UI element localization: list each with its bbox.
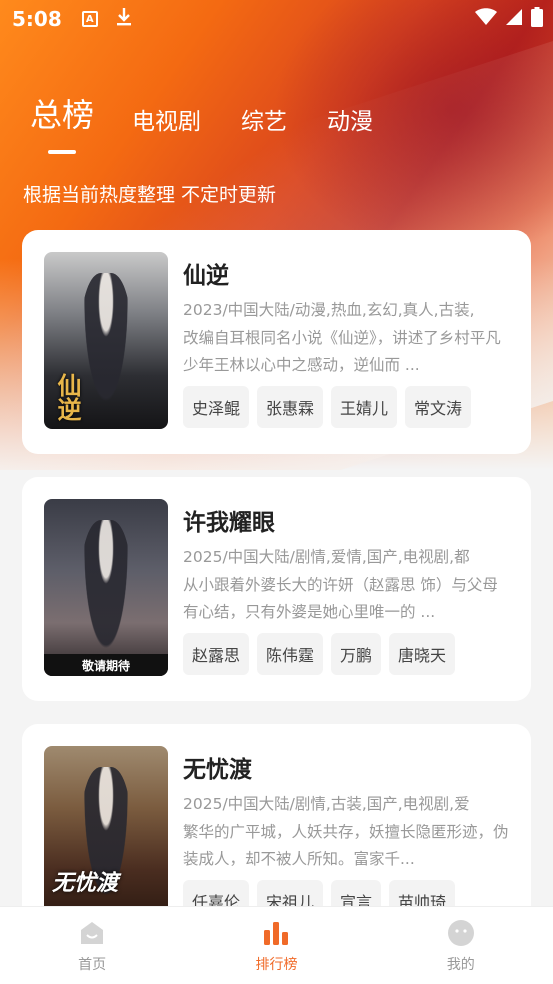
cast-tag[interactable]: 张惠霖: [257, 386, 324, 428]
status-right-icons: [475, 7, 543, 31]
ranking-card[interactable]: 仙逆 仙逆 2023/中国大陆/动漫,热血,玄幻,真人,古装, 改编自耳根同名小…: [22, 230, 531, 454]
poster-image: 敬请期待: [44, 499, 168, 676]
cast-tag[interactable]: 万鹏: [331, 633, 382, 675]
home-icon: [81, 921, 104, 944]
cast-tag[interactable]: 赵露思: [183, 633, 250, 675]
poster-title-art: 仙逆: [53, 373, 82, 421]
profile-icon: [447, 919, 474, 946]
card-info: 许我耀眼 2025/中国大陆/剧情,爱情,国产,电视剧,都 从小跟着外婆长大的许…: [183, 499, 509, 701]
poster-figure: [81, 273, 131, 415]
poster-image: 仙逆: [44, 252, 168, 429]
download-icon: [116, 7, 132, 31]
ranking-subtitle: 根据当前热度整理 不定时更新: [23, 184, 277, 206]
signal-icon: [505, 8, 523, 30]
nav-home[interactable]: 首页: [32, 918, 152, 974]
nav-label: 首页: [78, 956, 107, 973]
category-tabs: 总榜 电视剧 综艺 动漫: [30, 90, 413, 154]
cast-tag[interactable]: 唐晓天: [389, 633, 456, 675]
status-time: 5:08: [12, 7, 62, 31]
tab-label: 综艺: [241, 109, 288, 135]
show-description: 改编自耳根同名小说《仙逆》，讲述了乡村平凡少年王林以心中之感动，逆仙而 ...: [183, 329, 501, 374]
nav-label: 我的: [446, 956, 475, 973]
show-meta: 2023/中国大陆/动漫,热血,玄幻,真人,古装,: [183, 301, 475, 319]
poster-title-art: 无忧渡: [52, 870, 119, 896]
tab-anime[interactable]: 动漫: [327, 102, 373, 136]
nav-profile[interactable]: 我的: [401, 918, 521, 974]
nav-ranking[interactable]: 排行榜: [216, 918, 336, 974]
a-notification-icon: A: [81, 11, 98, 27]
tab-overall[interactable]: 总榜: [30, 90, 95, 154]
show-description: 繁华的广平城，人妖共存，妖擅长隐匿形迹，伪装成人，却不被人所知。富家千...: [183, 823, 509, 868]
status-bar: 5:08 A: [0, 0, 553, 38]
battery-icon: [531, 7, 543, 31]
show-meta: 2025/中国大陆/剧情,爱情,国产,电视剧,都: [183, 548, 470, 566]
bottom-navigation: 首页 排行榜 我的: [0, 906, 553, 984]
poster-image: 无忧渡: [44, 746, 168, 923]
show-meta: 2025/中国大陆/剧情,古装,国产,电视剧,爱: [183, 795, 470, 813]
cast-tag[interactable]: 常文涛: [405, 386, 472, 428]
cast-tags: 史泽鲲 张惠霖 王婧儿 常文涛: [183, 386, 509, 428]
tab-label: 动漫: [327, 109, 374, 135]
show-title: 许我耀眼: [183, 510, 275, 536]
tab-label: 总榜: [30, 96, 95, 134]
nav-label: 排行榜: [255, 956, 298, 973]
cast-tag[interactable]: 陈伟霆: [257, 633, 324, 675]
show-title: 无忧渡: [183, 757, 252, 783]
card-info: 仙逆 2023/中国大陆/动漫,热血,玄幻,真人,古装, 改编自耳根同名小说《仙…: [183, 252, 509, 454]
poster-figure: [81, 520, 131, 662]
tab-variety[interactable]: 综艺: [241, 102, 287, 136]
ranking-card[interactable]: 敬请期待 许我耀眼 2025/中国大陆/剧情,爱情,国产,电视剧,都 从小跟着外…: [22, 477, 531, 701]
cast-tag[interactable]: 史泽鲲: [183, 386, 250, 428]
tab-tv-series[interactable]: 电视剧: [132, 102, 201, 136]
active-tab-indicator: [48, 150, 76, 154]
cast-tag[interactable]: 王婧儿: [331, 386, 398, 428]
show-description: 从小跟着外婆长大的许妍（赵露思 饰）与父母有心结，只有外婆是她心里唯一的 ...: [183, 576, 498, 621]
poster-banner: 敬请期待: [44, 654, 168, 676]
ranking-list: 仙逆 仙逆 2023/中国大陆/动漫,热血,玄幻,真人,古装, 改编自耳根同名小…: [22, 230, 531, 971]
wifi-icon: [475, 8, 497, 30]
cast-tags: 赵露思 陈伟霆 万鹏 唐晓天: [183, 633, 509, 675]
show-title: 仙逆: [183, 263, 229, 289]
tab-label: 电视剧: [132, 109, 202, 135]
ranking-icon: [264, 921, 289, 945]
